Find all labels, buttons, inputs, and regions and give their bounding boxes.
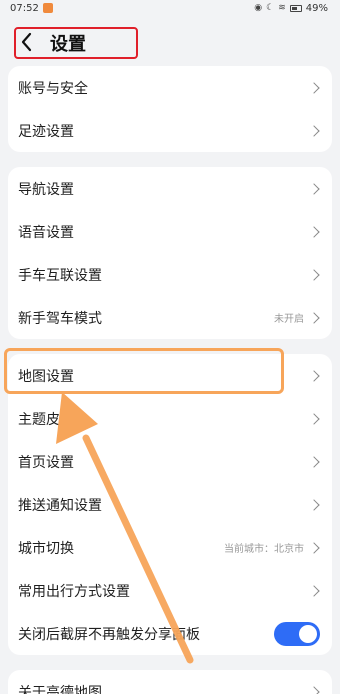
settings-item-label: 主题皮肤: [18, 411, 74, 428]
settings-group-about: 关于高德地图: [8, 670, 332, 694]
chevron-right-icon: [308, 369, 320, 382]
settings-item-theme[interactable]: 主题皮肤: [8, 397, 332, 440]
settings-item-novice-mode[interactable]: 新手驾车模式 未开启: [8, 296, 332, 339]
eye-icon: ◉: [254, 3, 263, 13]
back-icon[interactable]: [20, 32, 34, 52]
settings-item-label: 新手驾车模式: [18, 310, 102, 327]
chevron-right-icon: [308, 311, 320, 324]
chevron-right-icon: [308, 498, 320, 511]
settings-item-navigation[interactable]: 导航设置: [8, 167, 332, 210]
settings-item-label: 导航设置: [18, 181, 74, 198]
settings-item-about[interactable]: 关于高德地图: [8, 670, 332, 694]
settings-group-map: 地图设置 主题皮肤 首页设置 推送通知设置 城市切换 当前城市：北京市 常用出行…: [8, 354, 332, 655]
settings-item-value: 未开启: [274, 314, 304, 325]
settings-item-push-notification[interactable]: 推送通知设置: [8, 483, 332, 526]
settings-item-label: 关闭后截屏不再触发分享面板: [18, 626, 200, 643]
settings-item-label: 地图设置: [18, 368, 74, 385]
settings-item-account-security[interactable]: 账号与安全: [8, 66, 332, 109]
moon-icon: ☾: [266, 3, 275, 13]
battery-icon: [289, 4, 302, 12]
chevron-right-icon: [308, 685, 320, 694]
settings-item-label: 手车互联设置: [18, 267, 102, 284]
chevron-right-icon: [308, 541, 320, 554]
settings-item-label: 足迹设置: [18, 123, 74, 140]
chevron-right-icon: [308, 584, 320, 597]
chevron-right-icon: [308, 455, 320, 468]
settings-item-map[interactable]: 地图设置: [8, 354, 332, 397]
settings-group-navigation: 导航设置 语音设置 手车互联设置 新手驾车模式 未开启: [8, 167, 332, 339]
settings-item-footprint[interactable]: 足迹设置: [8, 109, 332, 152]
page-title: 设置: [50, 34, 86, 55]
settings-item-screenshot-share: 关闭后截屏不再触发分享面板: [8, 612, 332, 655]
settings-item-label: 推送通知设置: [18, 497, 102, 514]
settings-group-account: 账号与安全 足迹设置: [8, 66, 332, 152]
status-time: 07:52: [10, 2, 39, 14]
settings-item-label: 城市切换: [18, 540, 74, 557]
settings-item-label: 常用出行方式设置: [18, 583, 130, 600]
settings-item-value: 当前城市：北京市: [224, 544, 304, 555]
settings-item-voice[interactable]: 语音设置: [8, 210, 332, 253]
settings-item-label: 关于高德地图: [18, 684, 102, 694]
status-icons: ◉ ☾ ≋ 49%: [254, 3, 328, 14]
chevron-right-icon: [308, 268, 320, 281]
status-bar: 07:52 ◉ ☾ ≋ 49%: [0, 0, 340, 16]
settings-item-car-link[interactable]: 手车互联设置: [8, 253, 332, 296]
chevron-right-icon: [308, 225, 320, 238]
chevron-right-icon: [308, 182, 320, 195]
chevron-right-icon: [308, 412, 320, 425]
settings-item-label: 语音设置: [18, 224, 74, 241]
notification-icon: [42, 3, 53, 13]
settings-item-travel-mode[interactable]: 常用出行方式设置: [8, 569, 332, 612]
battery-percent: 49%: [305, 2, 328, 14]
chevron-right-icon: [308, 124, 320, 137]
settings-item-label: 账号与安全: [18, 80, 88, 97]
chevron-right-icon: [308, 81, 320, 94]
screenshot-share-toggle[interactable]: [274, 621, 320, 646]
wifi-icon: ≋: [278, 3, 286, 13]
settings-item-homepage[interactable]: 首页设置: [8, 440, 332, 483]
settings-item-label: 首页设置: [18, 454, 74, 471]
header: 设置: [0, 22, 340, 62]
settings-item-city-switch[interactable]: 城市切换 当前城市：北京市: [8, 526, 332, 569]
